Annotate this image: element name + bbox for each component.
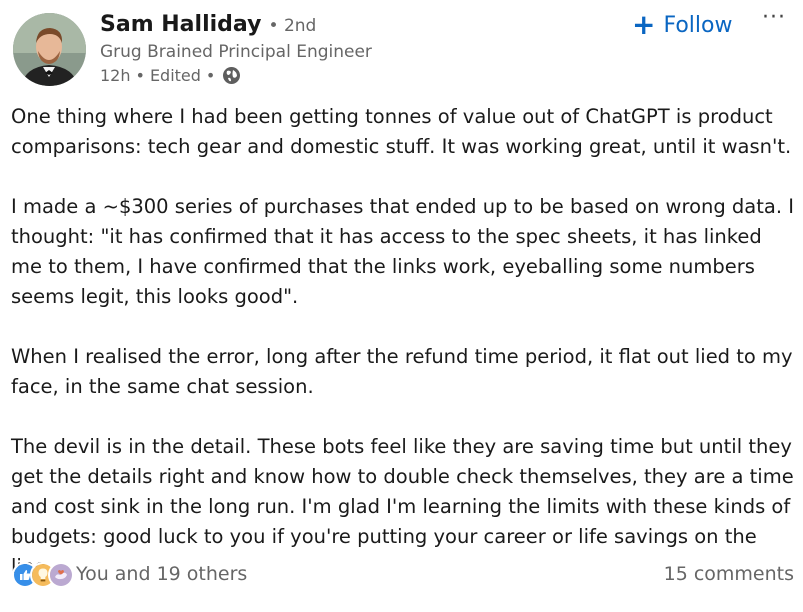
post-meta: 12h • Edited • <box>100 66 241 85</box>
post-paragraph: When I realised the error, long after th… <box>11 345 793 398</box>
author-name-row: Sam Halliday • 2nd <box>100 12 316 37</box>
post-time: 12h <box>100 66 131 85</box>
connection-degree: • 2nd <box>268 16 317 36</box>
post-paragraph: One thing where I had been getting tonne… <box>11 105 792 158</box>
post-header: Sam Halliday • 2nd Grug Brained Principa… <box>0 0 803 96</box>
comments-count[interactable]: 15 comments <box>664 563 794 585</box>
reaction-icons[interactable] <box>12 562 74 588</box>
avatar[interactable] <box>13 13 86 86</box>
more-options-icon[interactable]: ··· <box>762 5 786 30</box>
follow-button[interactable]: + Follow <box>632 8 732 42</box>
globe-icon <box>222 66 241 85</box>
post-paragraph: I made a ~$300 series of purchases that … <box>11 195 794 308</box>
author-name[interactable]: Sam Halliday <box>100 12 261 37</box>
reactions-count[interactable]: You and 19 others <box>76 563 247 585</box>
meta-separator: • <box>205 66 216 85</box>
plus-icon: + <box>632 8 656 41</box>
social-counts-bar: You and 19 others 15 comments <box>0 560 803 592</box>
edited-label: Edited <box>149 66 201 85</box>
meta-separator: • <box>135 66 145 85</box>
post-body: One thing where I had been getting tonne… <box>11 102 796 612</box>
follow-label: Follow <box>663 12 733 38</box>
support-icon <box>48 562 74 588</box>
author-headline: Grug Brained Principal Engineer <box>100 42 372 62</box>
